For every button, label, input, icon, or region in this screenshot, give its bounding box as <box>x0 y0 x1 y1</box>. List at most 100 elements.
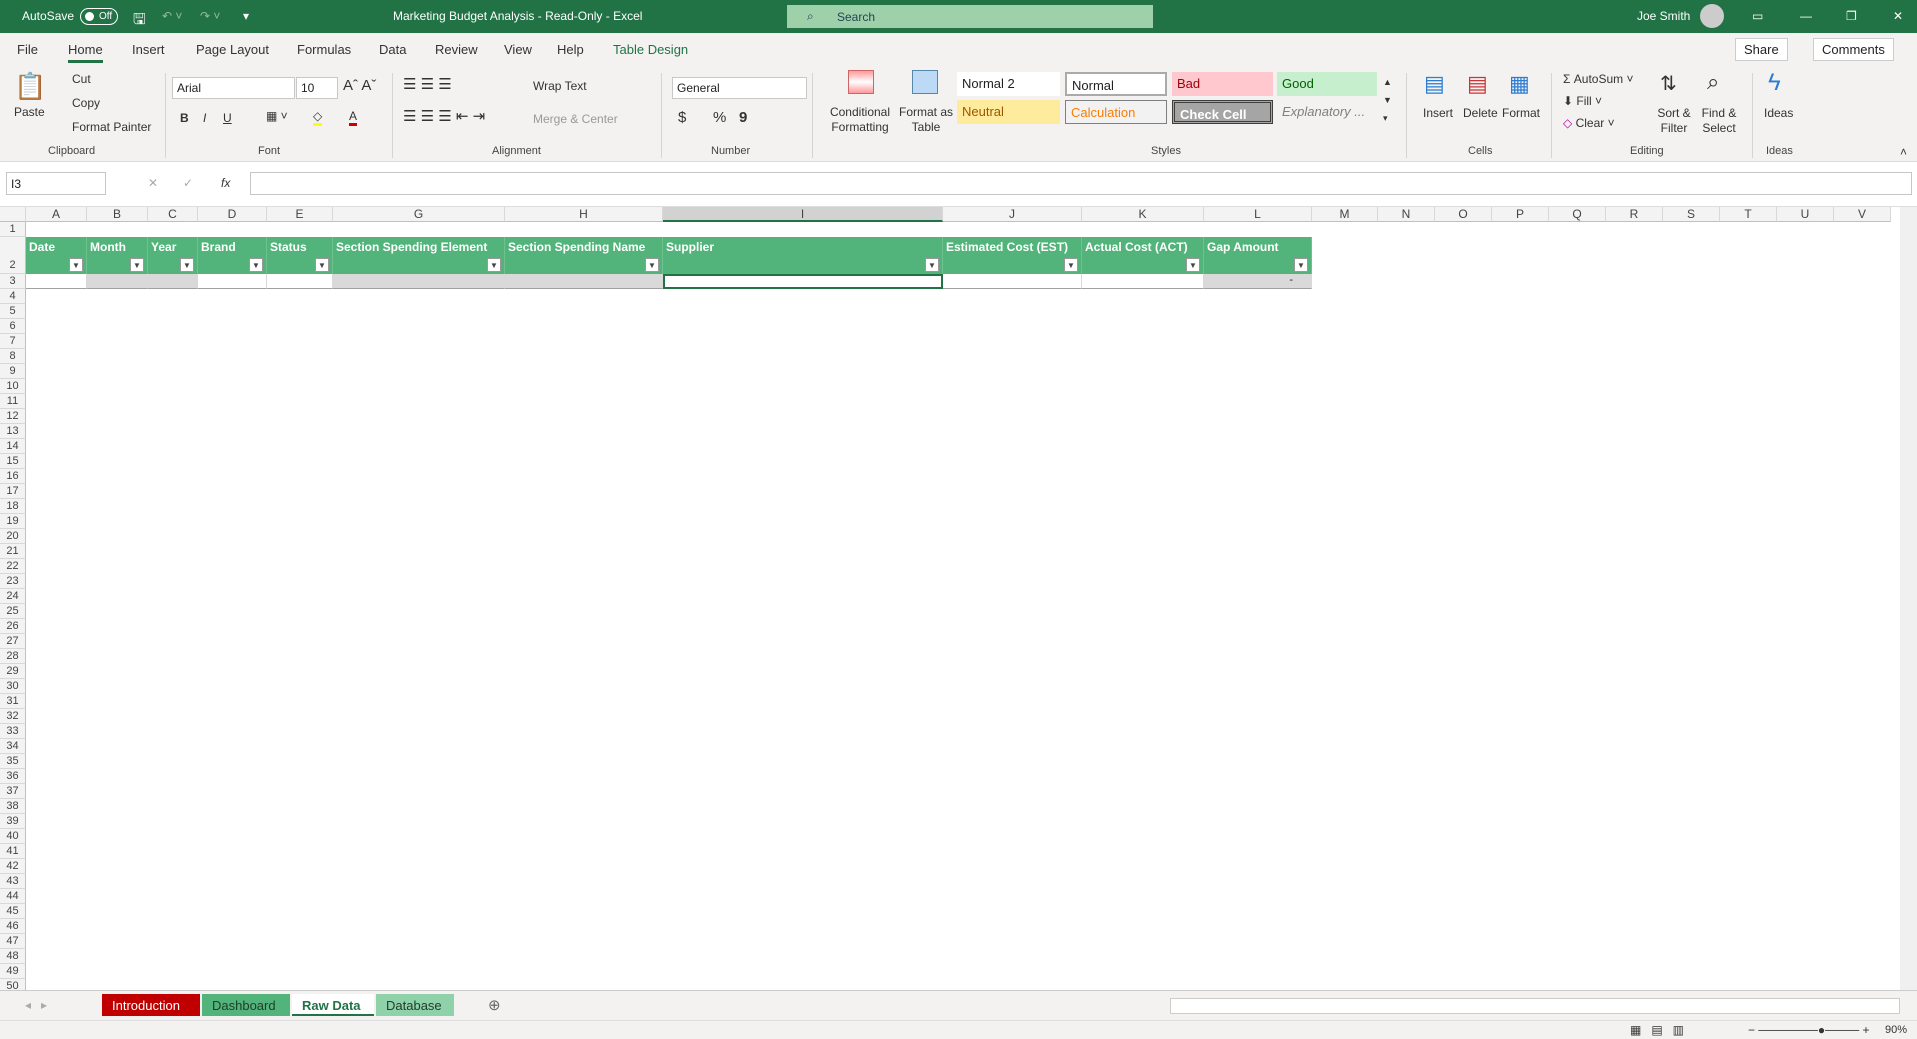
row-header[interactable]: 20 <box>0 529 26 544</box>
sheet-tab-dashboard[interactable]: Dashboard <box>202 994 290 1016</box>
styles-scroll-icon[interactable]: ▲ ▼ ▾ <box>1383 73 1392 127</box>
table-cell[interactable] <box>26 274 87 289</box>
column-header-N[interactable]: N <box>1378 207 1435 222</box>
sheet-tab-raw-data[interactable]: Raw Data <box>292 994 374 1016</box>
zoom-slider[interactable]: − ───────●──── + <box>1748 1023 1869 1037</box>
column-header-T[interactable]: T <box>1720 207 1777 222</box>
row-header[interactable]: 22 <box>0 559 26 574</box>
tab-insert[interactable]: Insert <box>132 42 165 57</box>
row-header[interactable]: 10 <box>0 379 26 394</box>
table-header-cell[interactable]: Date ▼ <box>26 237 87 274</box>
name-box[interactable]: I3 <box>6 172 106 195</box>
italic-button[interactable]: I <box>203 111 206 125</box>
percent-button[interactable]: % <box>713 109 726 126</box>
table-header-cell[interactable]: Brand ▼ <box>198 237 267 274</box>
table-header-cell[interactable]: Section Spending Name ▼ <box>505 237 663 274</box>
copy-button[interactable]: Copy <box>72 96 100 110</box>
filter-dropdown-icon[interactable]: ▼ <box>645 258 659 272</box>
style-explanatory[interactable]: Explanatory ... <box>1277 100 1377 124</box>
sheet-tab-database[interactable]: Database <box>376 994 454 1016</box>
row-header[interactable]: 24 <box>0 589 26 604</box>
row-header[interactable]: 16 <box>0 469 26 484</box>
close-icon[interactable]: ✕ <box>1893 9 1903 23</box>
insert-button[interactable]: Insert <box>1423 106 1453 120</box>
autosum-button[interactable]: Σ AutoSum ˅ <box>1563 72 1633 86</box>
table-header-cell[interactable]: Section Spending Element ▼ <box>333 237 505 274</box>
borders-icon[interactable]: ▦ ˅ <box>266 109 288 123</box>
format-button[interactable]: Format <box>1502 106 1540 120</box>
conditional-formatting-button[interactable]: Conditional Formatting <box>824 105 896 135</box>
restore-icon[interactable]: ❐ <box>1846 9 1857 23</box>
row-header[interactable]: 17 <box>0 484 26 499</box>
customize-toolbar-icon[interactable]: ▾ <box>243 9 249 23</box>
zoom-level[interactable]: 90% <box>1885 1024 1907 1036</box>
tab-formulas[interactable]: Formulas <box>297 42 351 57</box>
row-header[interactable]: 1 <box>0 222 26 237</box>
row-header[interactable]: 40 <box>0 829 26 844</box>
filter-dropdown-icon[interactable]: ▼ <box>180 258 194 272</box>
style-normal-2[interactable]: Normal 2 <box>957 72 1060 96</box>
table-header-cell[interactable]: Supplier ▼ <box>663 237 943 274</box>
collapse-ribbon-icon[interactable]: ˄ <box>1900 145 1907 159</box>
wrap-text-button[interactable]: Wrap Text <box>533 79 587 93</box>
find-select-button[interactable]: Find & Select <box>1695 106 1743 136</box>
row-header[interactable]: 37 <box>0 784 26 799</box>
column-header-G[interactable]: G <box>333 207 505 222</box>
column-header-V[interactable]: V <box>1834 207 1891 222</box>
column-header-D[interactable]: D <box>198 207 267 222</box>
row-header[interactable]: 15 <box>0 454 26 469</box>
font-size-select[interactable]: 10 <box>296 77 338 99</box>
column-header-A[interactable]: A <box>26 207 87 222</box>
row-header[interactable]: 14 <box>0 439 26 454</box>
row-header[interactable]: 29 <box>0 664 26 679</box>
style-normal[interactable]: Normal <box>1065 72 1167 96</box>
format-as-table-button[interactable]: Format as Table <box>895 105 957 135</box>
bold-button[interactable]: B <box>180 111 189 125</box>
minimize-icon[interactable]: — <box>1800 9 1812 23</box>
column-header-J[interactable]: J <box>943 207 1082 222</box>
vertical-scrollbar[interactable] <box>1900 207 1917 990</box>
row-header[interactable]: 23 <box>0 574 26 589</box>
search-box[interactable]: ⌕ Search <box>787 5 1153 28</box>
style-bad[interactable]: Bad <box>1172 72 1273 96</box>
table-cell[interactable] <box>87 274 148 289</box>
filter-dropdown-icon[interactable]: ▼ <box>130 258 144 272</box>
comma-button[interactable]: 9 <box>739 109 747 126</box>
fill-button[interactable]: ⬇ Fill ˅ <box>1563 94 1602 108</box>
filter-dropdown-icon[interactable]: ▼ <box>69 258 83 272</box>
tab-view[interactable]: View <box>504 42 532 57</box>
tab-data[interactable]: Data <box>379 42 406 57</box>
table-header-cell[interactable]: Year ▼ <box>148 237 198 274</box>
font-grow-icon[interactable]: Aˆ Aˇ <box>343 77 376 94</box>
row-header[interactable]: 27 <box>0 634 26 649</box>
row-header[interactable]: 13 <box>0 424 26 439</box>
avatar[interactable] <box>1700 4 1724 28</box>
column-header-I[interactable]: I <box>663 207 943 222</box>
table-cell[interactable] <box>333 274 505 289</box>
scroll-sheets-icons[interactable]: ◂ ▸ <box>25 998 47 1012</box>
currency-button[interactable]: $ <box>678 109 686 126</box>
row-header[interactable]: 11 <box>0 394 26 409</box>
table-header-cell[interactable]: Estimated Cost (EST) ▼ <box>943 237 1082 274</box>
ideas-button[interactable]: Ideas <box>1764 106 1793 120</box>
filter-dropdown-icon[interactable]: ▼ <box>1294 258 1308 272</box>
font-name-select[interactable]: Arial <box>172 77 295 99</box>
column-header-Q[interactable]: Q <box>1549 207 1606 222</box>
column-header-O[interactable]: O <box>1435 207 1492 222</box>
row-header[interactable]: 8 <box>0 349 26 364</box>
table-header-cell[interactable]: Month ▼ <box>87 237 148 274</box>
undo-icon[interactable]: ↶ ˅ <box>162 9 182 23</box>
tab-page-layout[interactable]: Page Layout <box>196 42 269 57</box>
horizontal-align-icons[interactable]: ☰ ☰ ☰ ⇤ ⇥ <box>403 107 485 125</box>
column-header-R[interactable]: R <box>1606 207 1663 222</box>
row-header[interactable]: 6 <box>0 319 26 334</box>
fill-color-icon[interactable]: ◇ <box>313 109 323 126</box>
row-header[interactable]: 31 <box>0 694 26 709</box>
row-header[interactable]: 9 <box>0 364 26 379</box>
style-check-cell[interactable]: Check Cell <box>1172 100 1273 124</box>
formula-input[interactable] <box>250 172 1912 195</box>
row-header[interactable]: 35 <box>0 754 26 769</box>
table-cell[interactable] <box>148 274 198 289</box>
format-painter-button[interactable]: Format Painter <box>72 120 151 134</box>
table-cell[interactable] <box>198 274 267 289</box>
